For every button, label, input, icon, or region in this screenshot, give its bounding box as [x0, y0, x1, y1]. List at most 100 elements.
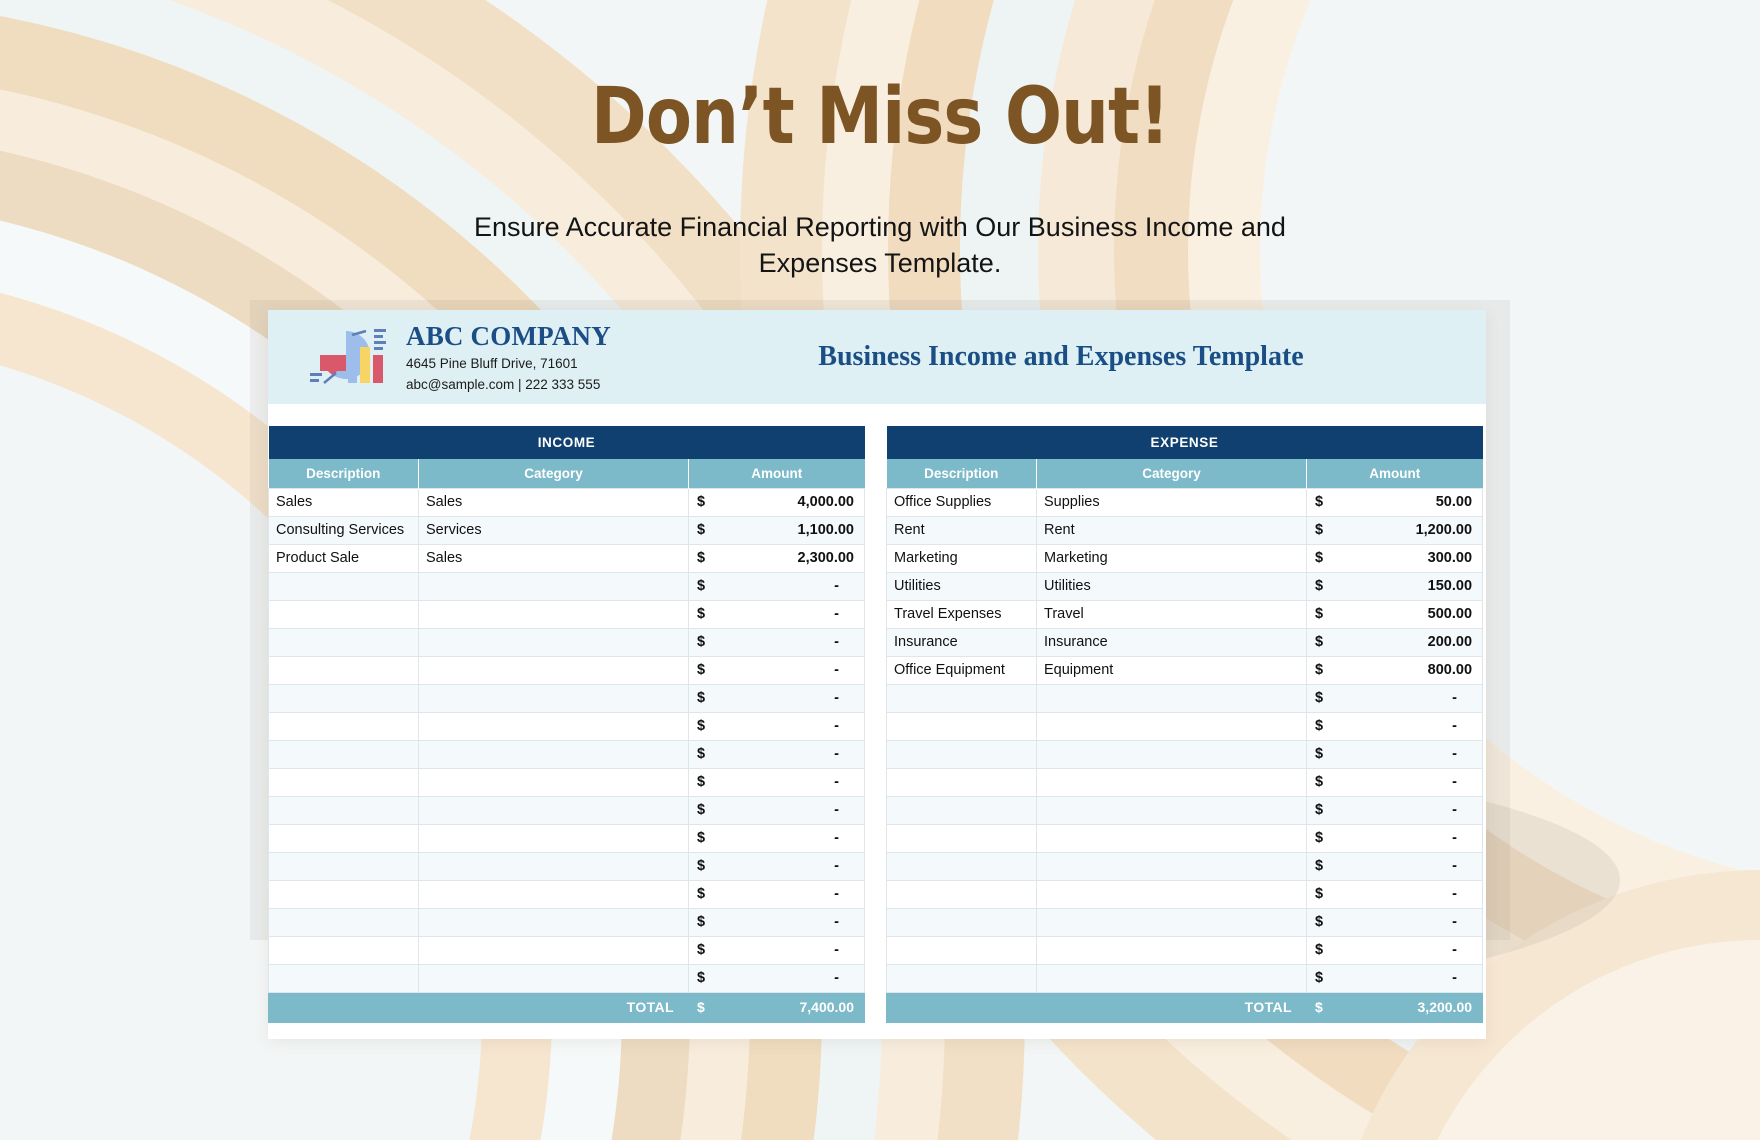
expense-cell-description[interactable]: Office Supplies	[886, 487, 1037, 517]
expense-cell-category[interactable]	[1036, 879, 1307, 909]
income-cell-amount[interactable]: $ -	[688, 795, 865, 825]
expense-cell-amount[interactable]: $ -	[1305, 711, 1484, 741]
expense-cell-amount[interactable]: $50.00	[1305, 487, 1484, 517]
table-row[interactable]: $ -	[886, 851, 1484, 881]
expense-cell-category[interactable]	[1036, 711, 1307, 741]
expense-cell-description[interactable]: Insurance	[886, 627, 1037, 657]
expense-cell-amount[interactable]: $ -	[1305, 683, 1484, 713]
table-row[interactable]: $ -	[886, 963, 1484, 993]
expense-cell-description[interactable]	[886, 907, 1037, 937]
table-row[interactable]: $ -	[886, 935, 1484, 965]
table-row[interactable]: Product Sale Sales $2,300.00	[268, 543, 865, 573]
income-cell-description[interactable]	[268, 963, 419, 993]
income-cell-category[interactable]	[418, 683, 689, 713]
expense-cell-amount[interactable]: $500.00	[1305, 599, 1484, 629]
expense-cell-category[interactable]	[1036, 963, 1307, 993]
expense-cell-description[interactable]	[886, 823, 1037, 853]
income-cell-description[interactable]	[268, 571, 419, 601]
income-cell-amount[interactable]: $ -	[688, 571, 865, 601]
income-cell-amount[interactable]: $ -	[688, 935, 865, 965]
expense-cell-description[interactable]: Office Equipment	[886, 655, 1037, 685]
income-cell-category[interactable]	[418, 879, 689, 909]
expense-cell-category[interactable]: Rent	[1036, 515, 1307, 545]
table-row[interactable]: $ -	[268, 767, 865, 797]
table-row[interactable]: $ -	[268, 599, 865, 629]
income-cell-description[interactable]	[268, 879, 419, 909]
table-row[interactable]: Consulting Services Services $1,100.00	[268, 515, 865, 545]
income-cell-description[interactable]	[268, 739, 419, 769]
expense-cell-description[interactable]	[886, 795, 1037, 825]
income-cell-category[interactable]	[418, 767, 689, 797]
table-row[interactable]: $ -	[268, 879, 865, 909]
expense-cell-amount[interactable]: $200.00	[1305, 627, 1484, 657]
expense-cell-description[interactable]	[886, 851, 1037, 881]
table-row[interactable]: $ -	[886, 823, 1484, 853]
table-row[interactable]: $ -	[886, 711, 1484, 741]
table-row[interactable]: Office Equipment Equipment $800.00	[886, 655, 1484, 685]
income-cell-amount[interactable]: $ -	[688, 711, 865, 741]
expense-cell-amount[interactable]: $ -	[1305, 795, 1484, 825]
income-cell-category[interactable]	[418, 711, 689, 741]
expense-cell-description[interactable]: Travel Expenses	[886, 599, 1037, 629]
table-row[interactable]: $ -	[268, 795, 865, 825]
table-row[interactable]: $ -	[886, 739, 1484, 769]
income-cell-amount[interactable]: $ -	[688, 907, 865, 937]
expense-cell-description[interactable]	[886, 879, 1037, 909]
expense-cell-category[interactable]	[1036, 683, 1307, 713]
income-cell-category[interactable]	[418, 739, 689, 769]
income-cell-category[interactable]	[418, 963, 689, 993]
table-row[interactable]: $ -	[886, 795, 1484, 825]
income-cell-category[interactable]	[418, 935, 689, 965]
expense-cell-category[interactable]	[1036, 851, 1307, 881]
table-row[interactable]: $ -	[268, 627, 865, 657]
income-cell-description[interactable]	[268, 851, 419, 881]
income-cell-description[interactable]	[268, 767, 419, 797]
table-row[interactable]: $ -	[268, 823, 865, 853]
income-cell-amount[interactable]: $ -	[688, 599, 865, 629]
table-row[interactable]: Insurance Insurance $200.00	[886, 627, 1484, 657]
expense-cell-description[interactable]	[886, 963, 1037, 993]
income-cell-description[interactable]	[268, 711, 419, 741]
table-row[interactable]: Marketing Marketing $300.00	[886, 543, 1484, 573]
income-cell-amount[interactable]: $ -	[688, 739, 865, 769]
income-cell-description[interactable]	[268, 907, 419, 937]
income-cell-amount[interactable]: $ -	[688, 851, 865, 881]
expense-cell-amount[interactable]: $ -	[1305, 935, 1484, 965]
income-cell-category[interactable]	[418, 599, 689, 629]
expense-cell-category[interactable]: Insurance	[1036, 627, 1307, 657]
income-cell-category[interactable]	[418, 907, 689, 937]
income-cell-category[interactable]	[418, 851, 689, 881]
income-cell-description[interactable]	[268, 683, 419, 713]
table-row[interactable]: Sales Sales $4,000.00	[268, 487, 865, 517]
expense-cell-category[interactable]	[1036, 739, 1307, 769]
table-row[interactable]: $ -	[268, 907, 865, 937]
expense-cell-amount[interactable]: $ -	[1305, 739, 1484, 769]
income-cell-amount[interactable]: $ -	[688, 879, 865, 909]
income-cell-category[interactable]: Sales	[418, 543, 689, 573]
income-cell-category[interactable]	[418, 795, 689, 825]
table-row[interactable]: $ -	[886, 879, 1484, 909]
table-row[interactable]: $ -	[268, 935, 865, 965]
expense-cell-category[interactable]: Equipment	[1036, 655, 1307, 685]
income-cell-description[interactable]: Sales	[268, 487, 419, 517]
table-row[interactable]: $ -	[886, 907, 1484, 937]
expense-cell-description[interactable]: Rent	[886, 515, 1037, 545]
table-row[interactable]: $ -	[268, 655, 865, 685]
income-cell-amount[interactable]: $1,100.00	[688, 515, 865, 545]
income-cell-description[interactable]	[268, 935, 419, 965]
income-cell-amount[interactable]: $ -	[688, 963, 865, 993]
expense-cell-category[interactable]: Supplies	[1036, 487, 1307, 517]
table-row[interactable]: $ -	[886, 767, 1484, 797]
income-cell-description[interactable]	[268, 655, 419, 685]
income-cell-amount[interactable]: $ -	[688, 683, 865, 713]
income-cell-amount[interactable]: $2,300.00	[688, 543, 865, 573]
expense-cell-category[interactable]	[1036, 823, 1307, 853]
expense-cell-description[interactable]	[886, 711, 1037, 741]
expense-cell-amount[interactable]: $800.00	[1305, 655, 1484, 685]
expense-cell-description[interactable]	[886, 935, 1037, 965]
expense-cell-category[interactable]: Marketing	[1036, 543, 1307, 573]
expense-cell-amount[interactable]: $300.00	[1305, 543, 1484, 573]
table-row[interactable]: Utilities Utilities $150.00	[886, 571, 1484, 601]
income-cell-description[interactable]	[268, 795, 419, 825]
income-cell-amount[interactable]: $ -	[688, 823, 865, 853]
